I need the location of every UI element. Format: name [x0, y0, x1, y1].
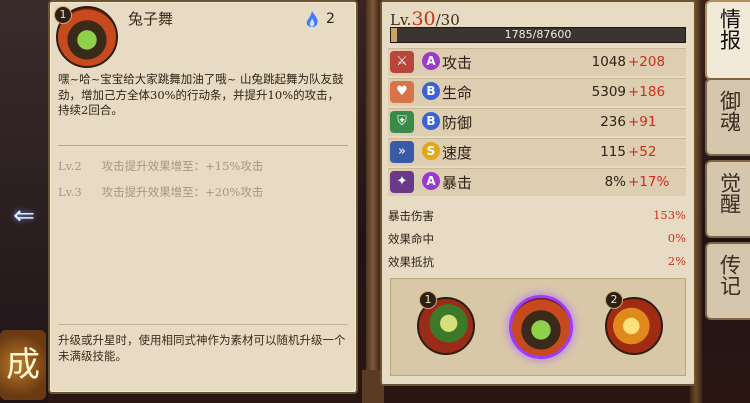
- stat-label: 速度: [442, 144, 473, 162]
- stat-label: 攻击: [442, 54, 473, 72]
- skill-number-badge: 1: [54, 6, 72, 24]
- upgrade-lv2: Lv.2 攻击提升效果增至：+15%攻击: [58, 158, 263, 174]
- sub-stat-label: 效果抵抗: [388, 255, 434, 269]
- stat-base-value: 1048: [591, 54, 626, 70]
- sub-stat-effect-resist: 效果抵抗 2%: [388, 254, 686, 274]
- stat-bonus-value: +52: [628, 144, 657, 160]
- skill-detail-panel: 1 兔子舞 2 嘿~哈~宝宝给大家跳舞加油了哦~ 山兔跳起舞为队友鼓劲，增加己方…: [48, 0, 358, 394]
- stat-label: 生命: [442, 84, 473, 102]
- stat-bonus-value: +186: [628, 84, 666, 100]
- skill-badge: 2: [605, 291, 623, 309]
- stat-grade: A: [422, 52, 440, 70]
- stat-label: 防御: [442, 114, 473, 132]
- tab-soul[interactable]: 御魂: [705, 78, 750, 156]
- upgrade-text: 攻击提升效果增至：+15%攻击: [101, 159, 264, 173]
- exp-bar: 1785/87600: [390, 27, 686, 43]
- upgrade-lv3: Lv.3 攻击提升效果增至：+20%攻击: [58, 184, 263, 200]
- divider: [58, 145, 348, 146]
- exp-text: 1785/87600: [504, 28, 572, 41]
- stat-base-value: 8%: [604, 174, 626, 190]
- sub-stat-crit-damage: 暴击伤害 153%: [388, 208, 686, 228]
- tab-info[interactable]: 情报: [705, 0, 750, 80]
- sub-stat-label: 效果命中: [388, 232, 434, 246]
- speed-icon: »: [390, 141, 414, 163]
- skill-name: 兔子舞: [128, 10, 174, 28]
- stat-grade: B: [422, 112, 440, 130]
- skill-strip: 1 2: [390, 278, 686, 376]
- stat-row: ⛨ B 防御 236 +91: [388, 108, 686, 136]
- stat-base-value: 5309: [591, 84, 626, 100]
- stat-grade: A: [422, 172, 440, 190]
- stats-panel: Lv.30/30 1785/87600 ⚔ A 攻击 1048 +208 ♥ B 生命 5309…: [380, 0, 696, 386]
- sub-stat-value: 153%: [653, 208, 686, 222]
- tab-label: 情报: [717, 8, 742, 50]
- bottom-seal[interactable]: 成: [0, 330, 46, 400]
- stat-row: ♥ B 生命 5309 +186: [388, 78, 686, 106]
- skill-cost: 2: [326, 11, 335, 27]
- upgrade-note: 升级或升星时，使用相同式神作为素材可以随机升级一个未满级技能。: [58, 333, 346, 363]
- defense-icon: ⛨: [390, 111, 414, 133]
- crit-icon: ✦: [390, 171, 414, 193]
- attack-icon: ⚔: [390, 51, 414, 73]
- onibi-fire-icon: [306, 11, 318, 27]
- stat-row: » S 速度 115 +52: [388, 138, 686, 166]
- back-arrow-icon[interactable]: ⇐: [4, 201, 44, 231]
- skill-badge: 1: [419, 291, 437, 309]
- upgrade-level: Lv.2: [58, 159, 82, 173]
- bottom-seal-label: 成: [6, 345, 40, 385]
- stat-label: 暴击: [442, 174, 473, 192]
- stat-row: ✦ A 暴击 8% +17%: [388, 168, 686, 196]
- stat-base-value: 115: [600, 144, 626, 160]
- divider: [58, 324, 348, 325]
- stat-bonus-value: +208: [628, 54, 666, 70]
- stat-bonus-value: +17%: [628, 174, 670, 190]
- tab-biography[interactable]: 传记: [705, 242, 750, 320]
- sub-stat-value: 2%: [667, 254, 686, 268]
- sub-stat-value: 0%: [667, 231, 686, 245]
- stat-base-value: 236: [600, 114, 626, 130]
- skill-description: 嘿~哈~宝宝给大家跳舞加油了哦~ 山兔跳起舞为队友鼓劲，增加己方全体30%的行动…: [58, 72, 344, 117]
- stat-row: ⚔ A 攻击 1048 +208: [388, 48, 686, 76]
- upgrade-level: Lv.3: [58, 185, 82, 199]
- tab-label: 传记: [717, 254, 742, 296]
- tab-awaken[interactable]: 觉醒: [705, 160, 750, 238]
- skill-dance-icon[interactable]: [509, 295, 573, 359]
- health-icon: ♥: [390, 81, 414, 103]
- stat-bonus-value: +91: [628, 114, 657, 130]
- stat-grade: B: [422, 82, 440, 100]
- sub-stat-label: 暴击伤害: [388, 209, 434, 223]
- sub-stat-effect-hit: 效果命中 0%: [388, 231, 686, 251]
- scroll-pole: [366, 0, 380, 403]
- upgrade-text: 攻击提升效果增至：+20%攻击: [101, 185, 264, 199]
- tab-label: 觉醒: [717, 172, 742, 214]
- side-tabs: 情报 御魂 觉醒 传记: [705, 0, 750, 403]
- stat-grade: S: [422, 142, 440, 160]
- tab-label: 御魂: [717, 90, 742, 132]
